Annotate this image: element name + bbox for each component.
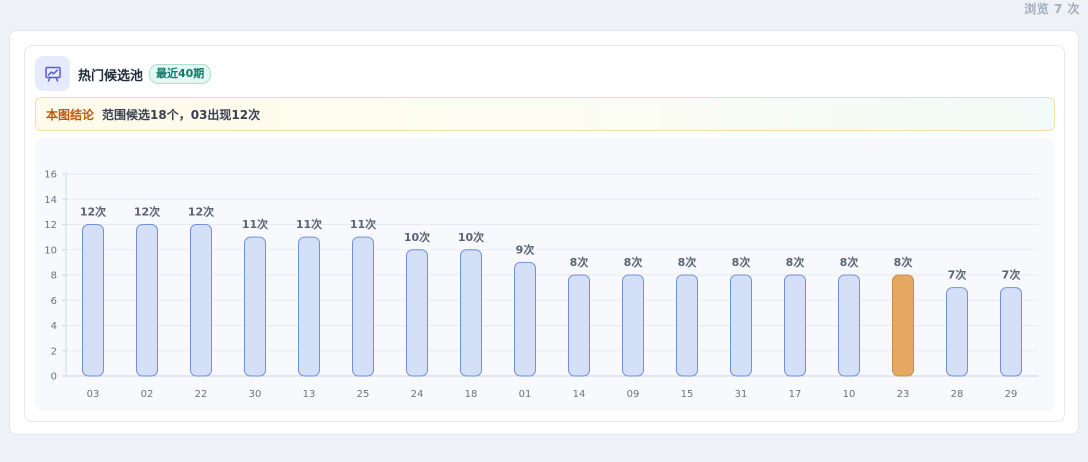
data-label-23: 8次 [894,255,913,269]
card-title: 热门候选池 [78,69,144,84]
y-tick-label: 10 [44,245,57,256]
hot-candidate-card: 热门候选池 最近40期 本图结论 范围候选18个，03出现12次 0 2 4 6 8 10… [24,45,1065,422]
data-label-14: 8次 [570,255,589,269]
bar-14 [568,274,590,377]
bar-10 [838,274,860,377]
bar-18 [460,249,482,377]
chart-panel: 0 2 4 6 8 10 12 14 16 12次 03 12次 02 12次 22 11次 30 11次 13 11… [35,138,1055,411]
data-label-13: 11次 [296,217,322,231]
data-label-31: 8次 [732,255,751,269]
data-label-25: 11次 [350,217,376,231]
y-tick-label: 0 [51,372,57,383]
y-tick-label: 6 [51,296,57,307]
x-tick-label-03: 03 [87,389,100,400]
x-tick-label-01: 01 [519,389,532,400]
x-tick-label-25: 25 [357,389,370,400]
data-label-03: 12次 [80,205,106,219]
x-tick-label-09: 09 [627,389,640,400]
y-tick-label: 4 [51,321,57,332]
bar-30 [244,236,266,377]
data-label-17: 8次 [786,255,805,269]
presentation-chart-icon [35,56,70,91]
outer-panel: 热门候选池 最近40期 本图结论 范围候选18个，03出现12次 0 2 4 6 8 10… [9,30,1079,435]
bar-28 [946,287,968,377]
x-tick-label-30: 30 [249,389,262,400]
bar-01 [514,261,536,377]
data-label-24: 10次 [404,230,430,244]
period-badge: 最近40期 [149,64,212,84]
y-tick-label: 8 [51,271,57,282]
bar-24 [406,249,428,377]
data-label-18: 10次 [458,230,484,244]
bar-25 [352,236,374,377]
data-label-22: 12次 [188,205,214,219]
data-label-28: 7次 [948,268,967,282]
y-tick-label: 2 [51,346,57,357]
y-tick-label: 14 [44,195,57,206]
view-count: 浏览 7 次 [1024,2,1080,16]
x-tick-label-13: 13 [303,389,316,400]
data-label-02: 12次 [134,205,160,219]
x-tick-label-24: 24 [411,389,424,400]
x-tick-label-10: 10 [843,389,856,400]
data-label-29: 7次 [1002,268,1021,282]
conclusion-banner: 本图结论 范围候选18个，03出现12次 [35,97,1055,131]
bar-23 [892,274,914,377]
bar-29 [1000,287,1022,377]
x-tick-label-17: 17 [789,389,802,400]
x-tick-label-28: 28 [951,389,964,400]
data-label-15: 8次 [678,255,697,269]
conclusion-text: 范围候选18个，03出现12次 [102,107,261,122]
bar-03 [82,224,104,377]
x-tick-label-15: 15 [681,389,694,400]
y-tick-label: 16 [44,170,57,181]
bar-09 [622,274,644,377]
data-label-10: 8次 [840,255,859,269]
x-tick-label-23: 23 [897,389,910,400]
bar-02 [136,224,158,377]
bar-13 [298,236,320,377]
bar-17 [784,274,806,377]
x-tick-label-29: 29 [1005,389,1018,400]
conclusion-label: 本图结论 [46,107,95,122]
y-tick-label: 12 [44,220,57,231]
x-tick-label-14: 14 [573,389,586,400]
data-label-30: 11次 [242,217,268,231]
bar-15 [676,274,698,377]
x-tick-label-22: 22 [195,389,208,400]
bar-31 [730,274,752,377]
data-label-09: 8次 [624,255,643,269]
bar-22 [190,224,212,377]
x-tick-label-02: 02 [141,389,154,400]
x-tick-label-31: 31 [735,389,748,400]
x-tick-label-18: 18 [465,389,478,400]
data-label-01: 9次 [516,242,535,256]
bar-chart: 024681012141612次0312次0212次2211次3011次1311… [44,170,1038,400]
